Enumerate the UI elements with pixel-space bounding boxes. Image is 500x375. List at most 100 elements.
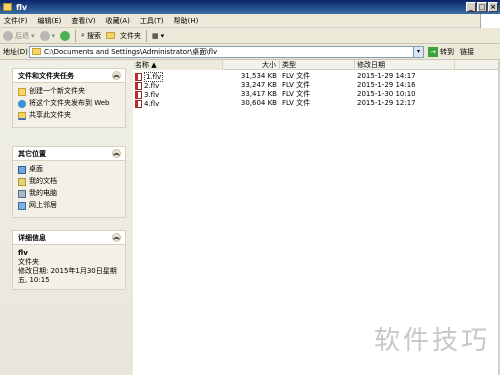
window-title: flv	[16, 2, 28, 12]
menu-help[interactable]: 帮助(H)	[174, 16, 199, 26]
tasks-panel-header[interactable]: 文件和文件夹任务 ︽	[12, 68, 126, 82]
place-label: 我的电脑	[29, 189, 57, 197]
detail-modified: 修改日期: 2015年1月30日星期五, 10:15	[18, 267, 117, 284]
task-share-folder[interactable]: 共享此文件夹	[18, 111, 120, 120]
address-path: C:\Documents and Settings\Administrator\…	[44, 47, 218, 56]
file-date: 2015-1-29 14:16	[357, 81, 416, 89]
address-bar: 地址(D) C:\Documents and Settings\Administ…	[0, 44, 500, 60]
toolbar-divider	[75, 29, 77, 42]
share-folder-icon	[18, 112, 26, 120]
file-name: 3.flv	[144, 90, 160, 99]
file-row[interactable]: 2.flv 33,247 KB FLV 文件 2015-1-29 14:16	[133, 81, 455, 90]
file-type: FLV 文件	[282, 81, 311, 89]
task-publish-web[interactable]: 将这个文件夹发布到 Web	[18, 99, 120, 108]
file-name: 4.flv	[144, 99, 160, 108]
folders-label: 文件夹	[119, 31, 141, 40]
folders-icon	[105, 32, 115, 39]
minimize-button[interactable]: _	[466, 2, 476, 12]
new-folder-icon	[18, 88, 26, 96]
views-button[interactable]: ▦ ▾	[152, 32, 164, 40]
windows-logo-icon	[480, 14, 500, 28]
links-button[interactable]: 链接	[460, 47, 474, 57]
task-label: 创建一个新文件夹	[29, 87, 85, 95]
flv-file-icon	[135, 72, 142, 81]
places-panel-body: 桌面 我的文档 我的电脑 网上邻居	[12, 160, 126, 218]
details-panel-body: flv 文件夹 修改日期: 2015年1月30日星期五, 10:15	[12, 244, 126, 290]
toolbar: 后退 ▾ ▾ ⌕ 搜索 文件夹 ▦ ▾	[0, 28, 500, 44]
place-desktop[interactable]: 桌面	[18, 165, 120, 174]
folder-icon	[3, 3, 12, 11]
search-icon: ⌕	[81, 31, 85, 39]
flv-file-icon	[135, 90, 142, 99]
back-dropdown-icon[interactable]: ▾	[31, 32, 35, 40]
title-bar: flv _ □ ×	[0, 0, 500, 14]
column-type[interactable]: 类型	[280, 60, 355, 70]
forward-dropdown-icon[interactable]: ▾	[52, 32, 56, 40]
menu-bar: 文件(F) 编辑(E) 查看(V) 收藏(A) 工具(T) 帮助(H)	[0, 14, 500, 28]
place-label: 网上邻居	[29, 201, 57, 209]
file-size: 30,604 KB	[240, 99, 277, 107]
detail-item-kind: 文件夹	[18, 258, 39, 266]
desktop-icon	[18, 166, 26, 174]
network-icon	[18, 202, 26, 210]
file-type: FLV 文件	[282, 99, 311, 107]
task-pane: 文件和文件夹任务 ︽ 创建一个新文件夹 将这个文件夹发布到 Web 共享此文件夹…	[0, 60, 133, 375]
address-label: 地址(D)	[3, 47, 28, 56]
up-button[interactable]	[60, 30, 71, 41]
column-header: 名称 ▲ 大小 类型 修改日期	[133, 60, 500, 70]
tasks-panel: 文件和文件夹任务 ︽ 创建一个新文件夹 将这个文件夹发布到 Web 共享此文件夹	[12, 68, 126, 128]
flv-file-icon	[135, 81, 142, 90]
go-button[interactable]: → 转到	[428, 46, 454, 57]
views-dropdown-icon: ▾	[160, 31, 165, 40]
file-name: 2.flv	[144, 81, 160, 90]
watermark-text: 软件技巧	[373, 326, 490, 356]
back-button[interactable]: 后退 ▾	[3, 30, 35, 41]
column-name[interactable]: 名称 ▲	[133, 60, 223, 70]
file-size: 33,247 KB	[240, 81, 277, 89]
views-icon: ▦	[151, 31, 159, 40]
menu-tools[interactable]: 工具(T)	[140, 16, 164, 26]
collapse-chevron-icon[interactable]: ︽	[112, 149, 121, 158]
tasks-panel-title: 文件和文件夹任务	[18, 71, 74, 80]
tasks-panel-body: 创建一个新文件夹 将这个文件夹发布到 Web 共享此文件夹	[12, 82, 126, 128]
place-my-computer[interactable]: 我的电脑	[18, 189, 120, 198]
place-network[interactable]: 网上邻居	[18, 201, 120, 210]
file-type: FLV 文件	[282, 72, 311, 80]
go-arrow-icon: →	[428, 46, 438, 57]
task-label: 将这个文件夹发布到 Web	[29, 99, 110, 107]
details-panel: 详细信息 ︽ flv 文件夹 修改日期: 2015年1月30日星期五, 10:1…	[12, 230, 126, 290]
details-panel-header[interactable]: 详细信息 ︽	[12, 230, 126, 244]
maximize-button[interactable]: □	[477, 2, 487, 12]
back-label: 后退	[15, 31, 29, 40]
close-button[interactable]: ×	[488, 2, 498, 12]
folders-button[interactable]: 文件夹	[105, 31, 141, 41]
file-row[interactable]: 3.flv 33,417 KB FLV 文件 2015-1-30 10:10	[133, 90, 455, 99]
file-size: 33,417 KB	[240, 90, 277, 98]
column-date[interactable]: 修改日期	[355, 60, 455, 70]
search-label: 搜索	[86, 31, 101, 40]
address-dropdown-icon[interactable]: ▾	[413, 46, 423, 57]
places-panel-header[interactable]: 其它位置 ︽	[12, 146, 126, 160]
file-size: 31,534 KB	[240, 72, 277, 80]
sort-arrow-icon: ▲	[151, 61, 157, 69]
collapse-chevron-icon[interactable]: ︽	[112, 71, 121, 80]
menu-favorites[interactable]: 收藏(A)	[106, 16, 130, 26]
place-my-documents[interactable]: 我的文档	[18, 177, 120, 186]
flv-file-icon	[135, 99, 142, 108]
place-label: 我的文档	[29, 177, 57, 185]
search-button[interactable]: ⌕ 搜索	[81, 31, 101, 41]
menu-file[interactable]: 文件(F)	[4, 16, 28, 26]
address-input[interactable]: C:\Documents and Settings\Administrator\…	[29, 45, 424, 58]
file-row[interactable]: 4.flv 30,604 KB FLV 文件 2015-1-29 12:17	[133, 99, 455, 108]
column-size[interactable]: 大小	[223, 60, 280, 70]
menu-edit[interactable]: 编辑(E)	[38, 16, 62, 26]
forward-button[interactable]: ▾	[39, 30, 56, 41]
file-rows: 1.flv 31,534 KB FLV 文件 2015-1-29 14:17 2…	[133, 71, 455, 108]
detail-item-name: flv	[18, 249, 28, 257]
task-new-folder[interactable]: 创建一个新文件夹	[18, 87, 120, 96]
menu-view[interactable]: 查看(V)	[71, 16, 95, 26]
file-type: FLV 文件	[282, 90, 311, 98]
file-date: 2015-1-29 14:17	[357, 72, 416, 80]
file-row[interactable]: 1.flv 31,534 KB FLV 文件 2015-1-29 14:17	[133, 71, 455, 82]
collapse-chevron-icon[interactable]: ︽	[112, 233, 121, 242]
